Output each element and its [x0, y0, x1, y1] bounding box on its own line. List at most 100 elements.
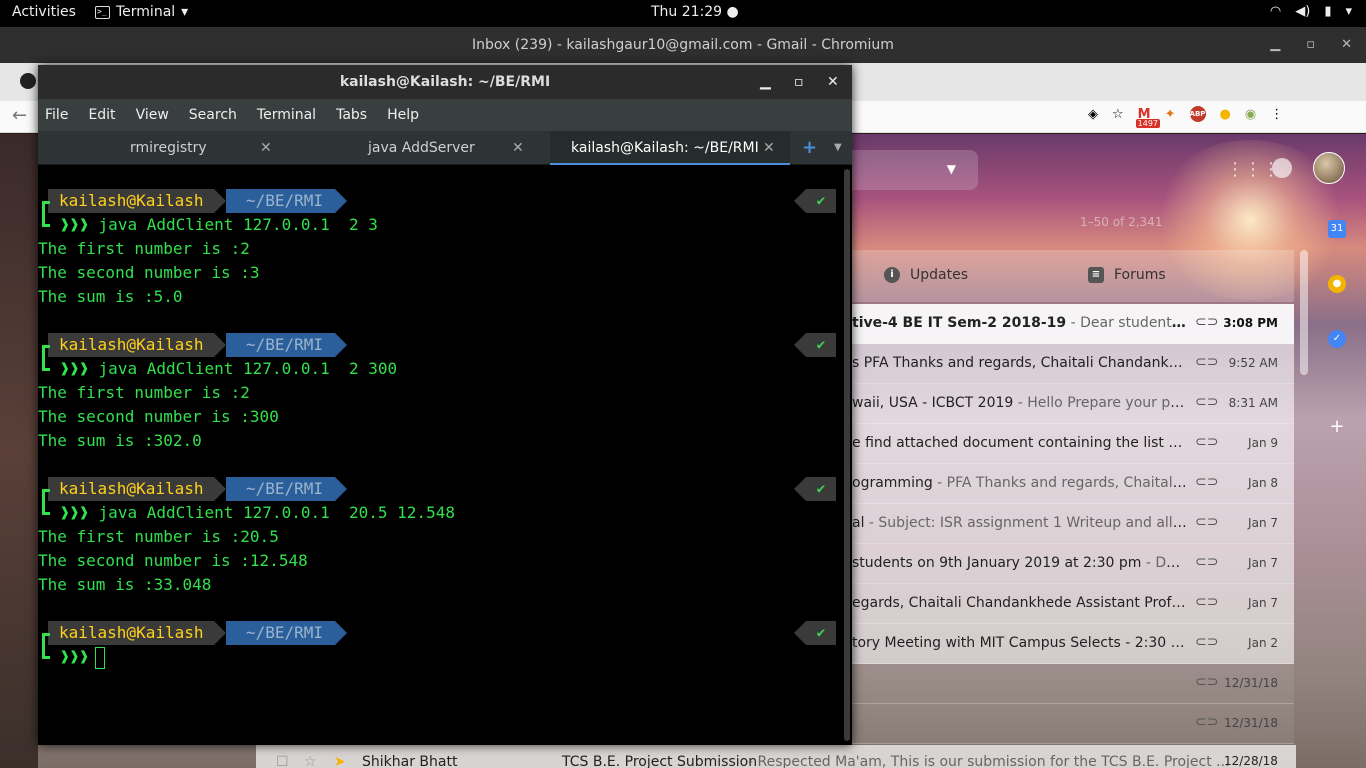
activities-button[interactable]: Activities — [12, 4, 76, 20]
checkbox-icon[interactable]: ☐ — [276, 754, 289, 768]
email-date: Jan 2 — [1248, 636, 1278, 650]
menu-view[interactable]: View — [136, 99, 169, 131]
menu-search[interactable]: Search — [189, 99, 237, 131]
gmail-category-tabs: i Updates ≡ Forums — [852, 250, 1294, 302]
star-icon[interactable]: ☆ — [304, 754, 317, 768]
close-tab-icon[interactable]: ✕ — [512, 131, 524, 165]
metamask-icon[interactable]: ✦ — [1165, 107, 1176, 122]
email-subject: al - Subject: ISR assignment 1 Writeup a… — [852, 515, 1187, 531]
adblock-icon[interactable]: ABP — [1189, 106, 1206, 122]
minimize-icon[interactable]: ▁ — [760, 65, 771, 99]
keep-bulb-icon[interactable]: ● — [1220, 107, 1231, 122]
output-line: The second number is :12.548 — [38, 551, 308, 570]
prompt-line: kailash@Kailash ~/BE/RMI ✔ — [46, 333, 836, 357]
prompt-bracket — [42, 201, 50, 227]
email-subject-text: tive-4 BE IT Sem-2 2018-19 — [852, 315, 1067, 331]
close-icon[interactable]: ✕ — [1341, 27, 1352, 63]
notifications-icon[interactable] — [1272, 158, 1292, 178]
system-tray[interactable]: ◠ ◀) ▮ ▾ — [1270, 4, 1352, 19]
close-icon[interactable]: ✕ — [827, 65, 839, 99]
email-subject: TCS B.E. Project Submission — [562, 754, 758, 768]
output-line: The second number is :300 — [38, 407, 279, 426]
tab-java-addserver[interactable]: java AddServer ✕ — [294, 131, 550, 165]
forum-icon: ≡ — [1088, 267, 1104, 283]
email-row[interactable]: s PFA Thanks and regards, Chaitali Chand… — [852, 344, 1294, 384]
terminal-titlebar[interactable]: kailash@Kailash: ~/BE/RMI ▁ ▫ ✕ — [38, 65, 852, 99]
search-options-icon[interactable]: ▼ — [947, 162, 956, 176]
github-icon[interactable] — [20, 73, 36, 89]
app-menu-label: Terminal — [116, 4, 176, 20]
email-subject: tive-4 BE IT Sem-2 2018-19 - Dear studen… — [852, 315, 1187, 331]
bookmark-star-icon[interactable]: ☆ — [1112, 107, 1124, 122]
importance-marker-icon[interactable]: ➤ — [334, 754, 346, 768]
email-row[interactable]: tory Meeting with MIT Campus Selects - 2… — [852, 624, 1294, 664]
new-tab-icon[interactable]: + — [802, 131, 817, 165]
email-subject-text: students on 9th January 2019 at 2:30 pm — [852, 555, 1142, 571]
tab-rmiregistry[interactable]: rmiregistry ✕ — [38, 131, 294, 165]
gmail-checker-icon[interactable]: M 1497 — [1135, 107, 1161, 128]
email-row[interactable]: ⊂⊃ 12/31/18 — [852, 664, 1294, 704]
email-row[interactable]: tive-4 BE IT Sem-2 2018-19 - Dear studen… — [852, 304, 1294, 344]
profile-icon[interactable]: ◉ — [1245, 107, 1256, 122]
email-subject: egards, Chaitali Chandankhede Assistant … — [852, 595, 1187, 611]
command-line: ❱❱❱ java AddClient 127.0.0.1 2 300 — [60, 357, 397, 381]
keep-icon[interactable]: ● — [1328, 275, 1346, 293]
maximize-icon[interactable]: ▫ — [794, 65, 804, 99]
email-row[interactable]: ogramming - PFA Thanks and regards, Chai… — [852, 464, 1294, 504]
tab-kailash-shell[interactable]: kailash@Kailash: ~/BE/RMI ✕ — [550, 131, 790, 165]
minimize-icon[interactable]: ▁ — [1270, 27, 1280, 63]
menu-help[interactable]: Help — [387, 99, 419, 131]
attachment-icon: ⊂⊃ — [1195, 674, 1219, 690]
email-subject-text: egards, Chaitali Chandankhede Assistant … — [852, 595, 1187, 611]
email-snippet: - PFA Thanks and regards, Chaitali Cha..… — [937, 475, 1187, 491]
email-row[interactable]: students on 9th January 2019 at 2:30 pm … — [852, 544, 1294, 584]
email-date: 9:52 AM — [1228, 356, 1278, 370]
email-snippet: - Subject: ISR assignment 1 Writeup and … — [864, 515, 1187, 531]
terminal-window: kailash@Kailash: ~/BE/RMI ▁ ▫ ✕ File Edi… — [38, 65, 852, 745]
email-row[interactable]: e find attached document containing the … — [852, 424, 1294, 464]
prompt-path: ~/BE/RMI — [226, 189, 348, 213]
email-row[interactable]: waii, USA - ICBCT 2019 - Hello Prepare y… — [852, 384, 1294, 424]
gmail-count-badge: 1497 — [1135, 118, 1161, 128]
menu-edit[interactable]: Edit — [88, 99, 115, 131]
chrome-menu-icon[interactable]: ⋮ — [1270, 107, 1283, 122]
close-tab-icon[interactable]: ✕ — [763, 131, 775, 165]
email-row-bottom[interactable]: ☐ ☆ ➤ Shikhar Bhatt TCS B.E. Project Sub… — [256, 745, 1296, 768]
tracking-icon[interactable]: ◈ — [1088, 107, 1098, 122]
menu-terminal[interactable]: Terminal — [257, 99, 316, 131]
email-date: Jan 9 — [1248, 436, 1278, 450]
status-check-icon: ✔ — [794, 477, 836, 501]
command-line[interactable]: ❱❱❱ — [60, 645, 105, 669]
email-snippet: - Hello Prepare your paper a... — [1017, 395, 1187, 411]
maximize-icon[interactable]: ▫ — [1306, 27, 1315, 63]
attachment-icon: ⊂⊃ — [1195, 514, 1219, 530]
add-addon-icon[interactable]: + — [1328, 418, 1346, 436]
back-arrow-icon[interactable]: ← — [12, 105, 27, 126]
gnome-top-bar: Activities >_ Terminal ▾ Thu 21:29 ● ◠ ◀… — [0, 0, 1366, 27]
tab-list-icon[interactable]: ▼ — [834, 131, 842, 165]
tab-updates[interactable]: i Updates — [884, 267, 968, 283]
gmail-search-bar[interactable]: ▼ — [852, 150, 978, 190]
menu-tabs[interactable]: Tabs — [336, 99, 367, 131]
clock[interactable]: Thu 21:29 ● — [651, 4, 739, 20]
email-date: 3:08 PM — [1223, 316, 1278, 330]
email-sender: Shikhar Bhatt — [362, 754, 458, 768]
gmail-scrollbar[interactable] — [1300, 250, 1308, 375]
email-date: 12/31/18 — [1224, 716, 1278, 730]
account-avatar[interactable] — [1313, 152, 1345, 184]
terminal-output[interactable]: kailash@Kailash ~/BE/RMI ✔ ❱❱❱ java AddClie… — [38, 165, 844, 745]
calendar-icon[interactable]: 31 — [1328, 220, 1346, 238]
email-row[interactable]: egards, Chaitali Chandankhede Assistant … — [852, 584, 1294, 624]
terminal-scrollbar[interactable] — [844, 169, 850, 741]
email-row[interactable]: ⊂⊃ 12/31/18 — [852, 704, 1294, 744]
app-menu[interactable]: >_ Terminal ▾ — [95, 4, 188, 20]
prompt-user: kailash@Kailash — [48, 189, 225, 213]
tab-forums[interactable]: ≡ Forums — [1088, 267, 1166, 283]
email-row[interactable]: al - Subject: ISR assignment 1 Writeup a… — [852, 504, 1294, 544]
close-tab-icon[interactable]: ✕ — [260, 131, 272, 165]
menu-file[interactable]: File — [45, 99, 68, 131]
tasks-icon[interactable]: ✓ — [1328, 330, 1346, 348]
email-date: 12/28/18 — [1224, 754, 1278, 768]
prompt-arrows: ❱❱❱ — [60, 359, 89, 378]
email-date: Jan 7 — [1248, 596, 1278, 610]
